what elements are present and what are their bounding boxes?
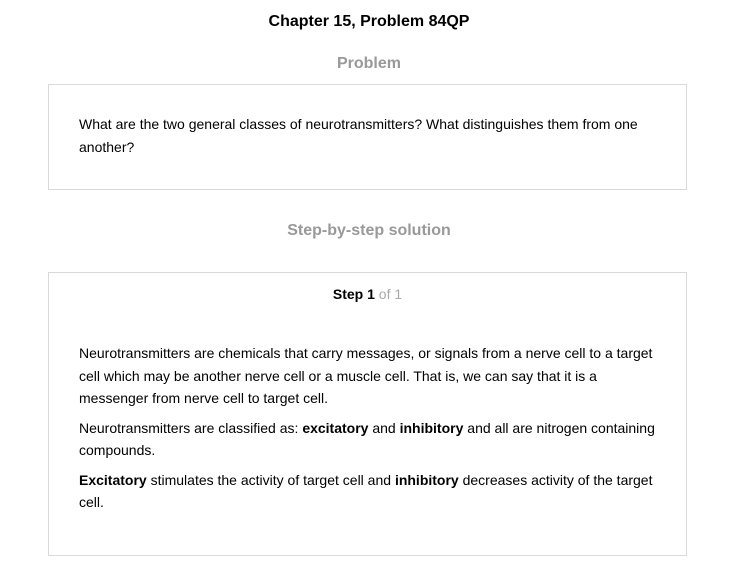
step-total: of 1 (378, 286, 403, 302)
p2-bold-excitatory: excitatory (302, 419, 369, 436)
page-title: Chapter 15, Problem 84QP (268, 13, 470, 30)
solution-paragraph-1: Neurotransmitters are chemicals that car… (79, 345, 653, 406)
p2-text-1: Neurotransmitters are classified as: (79, 419, 303, 436)
solution-heading: Step-by-step solution (287, 222, 451, 239)
p3-bold-inhibitory: inhibitory (394, 471, 459, 488)
p2-bold-inhibitory: inhibitory (399, 419, 464, 436)
problem-heading: Problem (336, 55, 401, 72)
step-number: 1 (367, 286, 375, 302)
solution-paragraph-3: Excitatory stimulates the activity of ta… (79, 469, 656, 514)
step-label: Step 1 of 1 (79, 284, 656, 304)
step-word: Step (332, 286, 364, 302)
p2-text-2: and (368, 419, 400, 436)
problem-text: What are the two general classes of neur… (79, 116, 638, 155)
p3-bold-excitatory: Excitatory (79, 471, 147, 488)
solution-box: Step 1 of 1 Neurotransmitters are chemic… (48, 272, 687, 556)
p3-text-1: stimulates the activity of target cell a… (146, 471, 395, 488)
problem-box: What are the two general classes of neur… (48, 84, 687, 190)
solution-paragraph-2: Neurotransmitters are classified as: exc… (79, 417, 656, 462)
